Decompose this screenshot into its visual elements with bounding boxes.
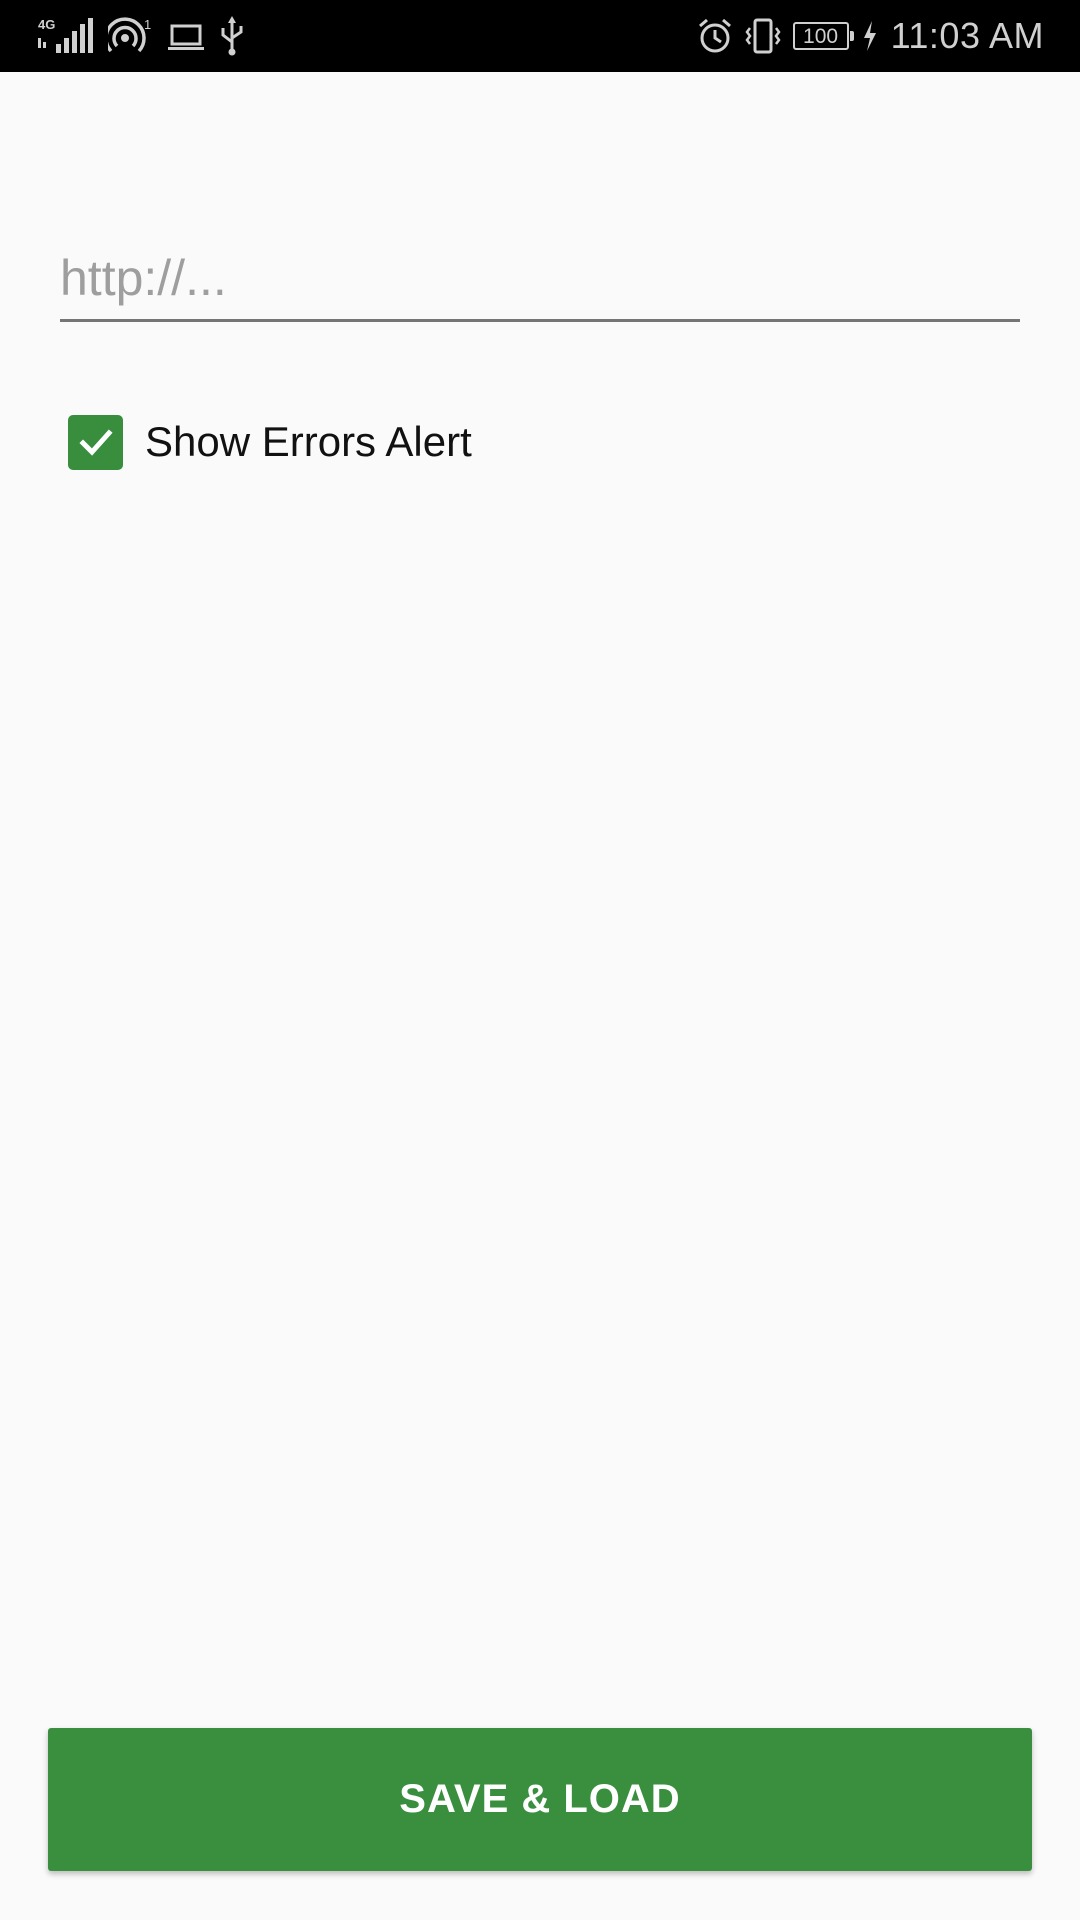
alarm-icon	[697, 16, 733, 56]
battery-level: 100	[803, 24, 839, 48]
svg-text:4G: 4G	[38, 17, 55, 32]
save-and-load-button[interactable]: SAVE & LOAD	[48, 1728, 1032, 1871]
status-time: 11:03 AM	[890, 15, 1044, 56]
url-field	[60, 238, 1020, 322]
status-bar-left: 4G 1	[38, 14, 246, 58]
show-errors-alert-checkbox[interactable]: Show Errors Alert	[68, 414, 472, 470]
status-bar-right: 100 11:03 AM	[697, 14, 1044, 58]
battery-icon: 100	[792, 22, 854, 50]
url-input[interactable]	[60, 238, 1020, 318]
vibrate-icon	[743, 16, 783, 56]
svg-text:1: 1	[144, 17, 151, 32]
url-input-underline	[60, 319, 1020, 322]
hotspot-icon: 1	[108, 16, 154, 56]
status-bar: 4G 1 100 11:03 AM	[0, 0, 1080, 72]
usb-icon	[218, 16, 246, 56]
laptop-icon	[168, 16, 204, 56]
signal-4g-icon: 4G	[38, 16, 94, 56]
charging-icon	[863, 21, 877, 51]
checkbox-checked-icon[interactable]	[68, 414, 123, 470]
checkbox-label: Show Errors Alert	[145, 418, 472, 465]
